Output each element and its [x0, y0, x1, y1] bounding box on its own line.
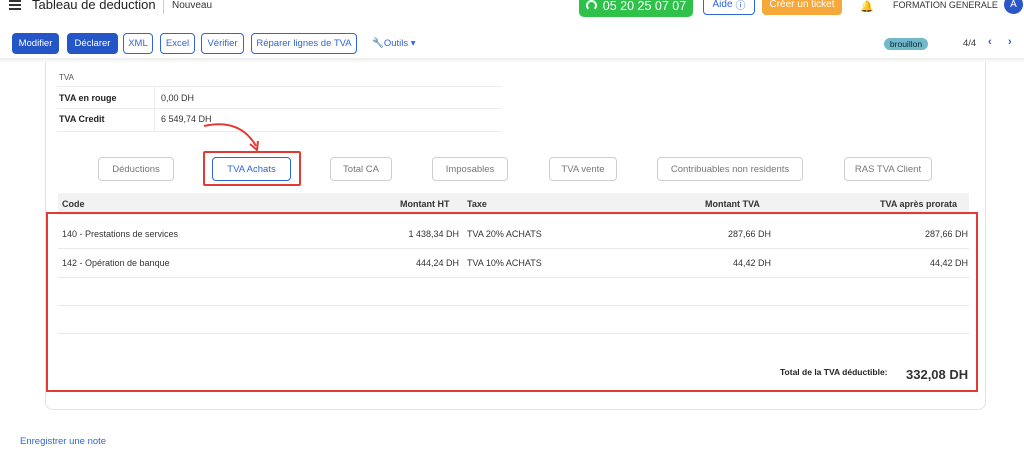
title-divider: [163, 0, 164, 14]
caret-down-icon: ▾: [408, 38, 416, 49]
tab-total-ca[interactable]: Total CA: [330, 157, 392, 181]
menu-icon[interactable]: [9, 0, 21, 12]
column-header-tva-prorata: TVA après prorata: [880, 199, 958, 209]
summary-column-divider: [154, 86, 155, 132]
column-header-code: Code: [62, 199, 85, 209]
column-header-montant-tva: Montant TVA: [705, 199, 760, 209]
active-tab-highlight: [203, 151, 301, 186]
summary-label-tva-credit: TVA Credit: [59, 114, 105, 124]
tab-ras-tva-client[interactable]: RAS TVA Client: [844, 157, 932, 181]
summary-divider: [57, 108, 502, 109]
modify-button[interactable]: Modifier: [12, 33, 59, 54]
tab-tva-vente[interactable]: TVA vente: [549, 157, 617, 181]
verify-button[interactable]: Vérifier: [201, 33, 244, 54]
declare-button[interactable]: Déclarer: [67, 33, 118, 54]
support-phone-button[interactable]: 05 20 25 07 07: [579, 0, 693, 17]
summary-section-label: TVA: [59, 73, 74, 82]
headset-icon: [585, 0, 597, 11]
xml-button[interactable]: XML: [123, 33, 153, 54]
tab-non-residents[interactable]: Contribuables non residents: [657, 157, 803, 181]
column-header-taxe: Taxe: [467, 199, 487, 209]
table-highlight: [46, 212, 978, 392]
bell-icon[interactable]: 🔔: [860, 0, 874, 13]
top-bar: Tableau de deduction Nouveau 05 20 25 07…: [0, 0, 1024, 22]
column-header-montant-ht: Montant HT: [400, 199, 450, 209]
support-phone-number: 05 20 25 07 07: [602, 0, 687, 13]
create-ticket-button[interactable]: Créer un ticket: [762, 0, 842, 15]
company-name[interactable]: FORMATION GENERALE: [893, 0, 998, 10]
status-badge: brouillon: [884, 38, 928, 50]
tools-label: Outils: [383, 38, 409, 49]
page-title: Tableau de deduction: [32, 0, 156, 12]
chevron-right-icon[interactable]: ›: [1008, 36, 1012, 48]
action-toolbar: Modifier Déclarer XML Excel Vérifier Rép…: [0, 33, 1024, 55]
summary-divider: [57, 86, 502, 87]
tab-deductions[interactable]: Déductions: [98, 157, 174, 181]
annotation-arrow: [203, 123, 259, 152]
pager-indicator: 4/4: [963, 38, 977, 49]
question-icon: ⓘ: [735, 1, 746, 12]
tab-imposables[interactable]: Imposables: [432, 157, 508, 181]
wrench-icon: 🔧: [372, 38, 384, 49]
chevron-left-icon[interactable]: ‹: [988, 36, 992, 48]
summary-label-tva-rouge: TVA en rouge: [59, 93, 117, 103]
summary-value-tva-rouge: 0,00 DH: [161, 93, 195, 103]
repair-vat-lines-button[interactable]: Réparer lignes de TVA: [251, 33, 357, 54]
save-note-link[interactable]: Enregistrer une note: [20, 436, 106, 447]
tools-dropdown[interactable]: 🔧Outils ▾: [372, 38, 416, 49]
avatar[interactable]: A: [1004, 0, 1023, 14]
page-subtitle: Nouveau: [172, 0, 213, 11]
help-button[interactable]: Aide ⓘ: [703, 0, 755, 15]
help-label: Aide: [712, 0, 733, 10]
summary-divider: [57, 131, 502, 132]
excel-button[interactable]: Excel: [160, 33, 195, 54]
